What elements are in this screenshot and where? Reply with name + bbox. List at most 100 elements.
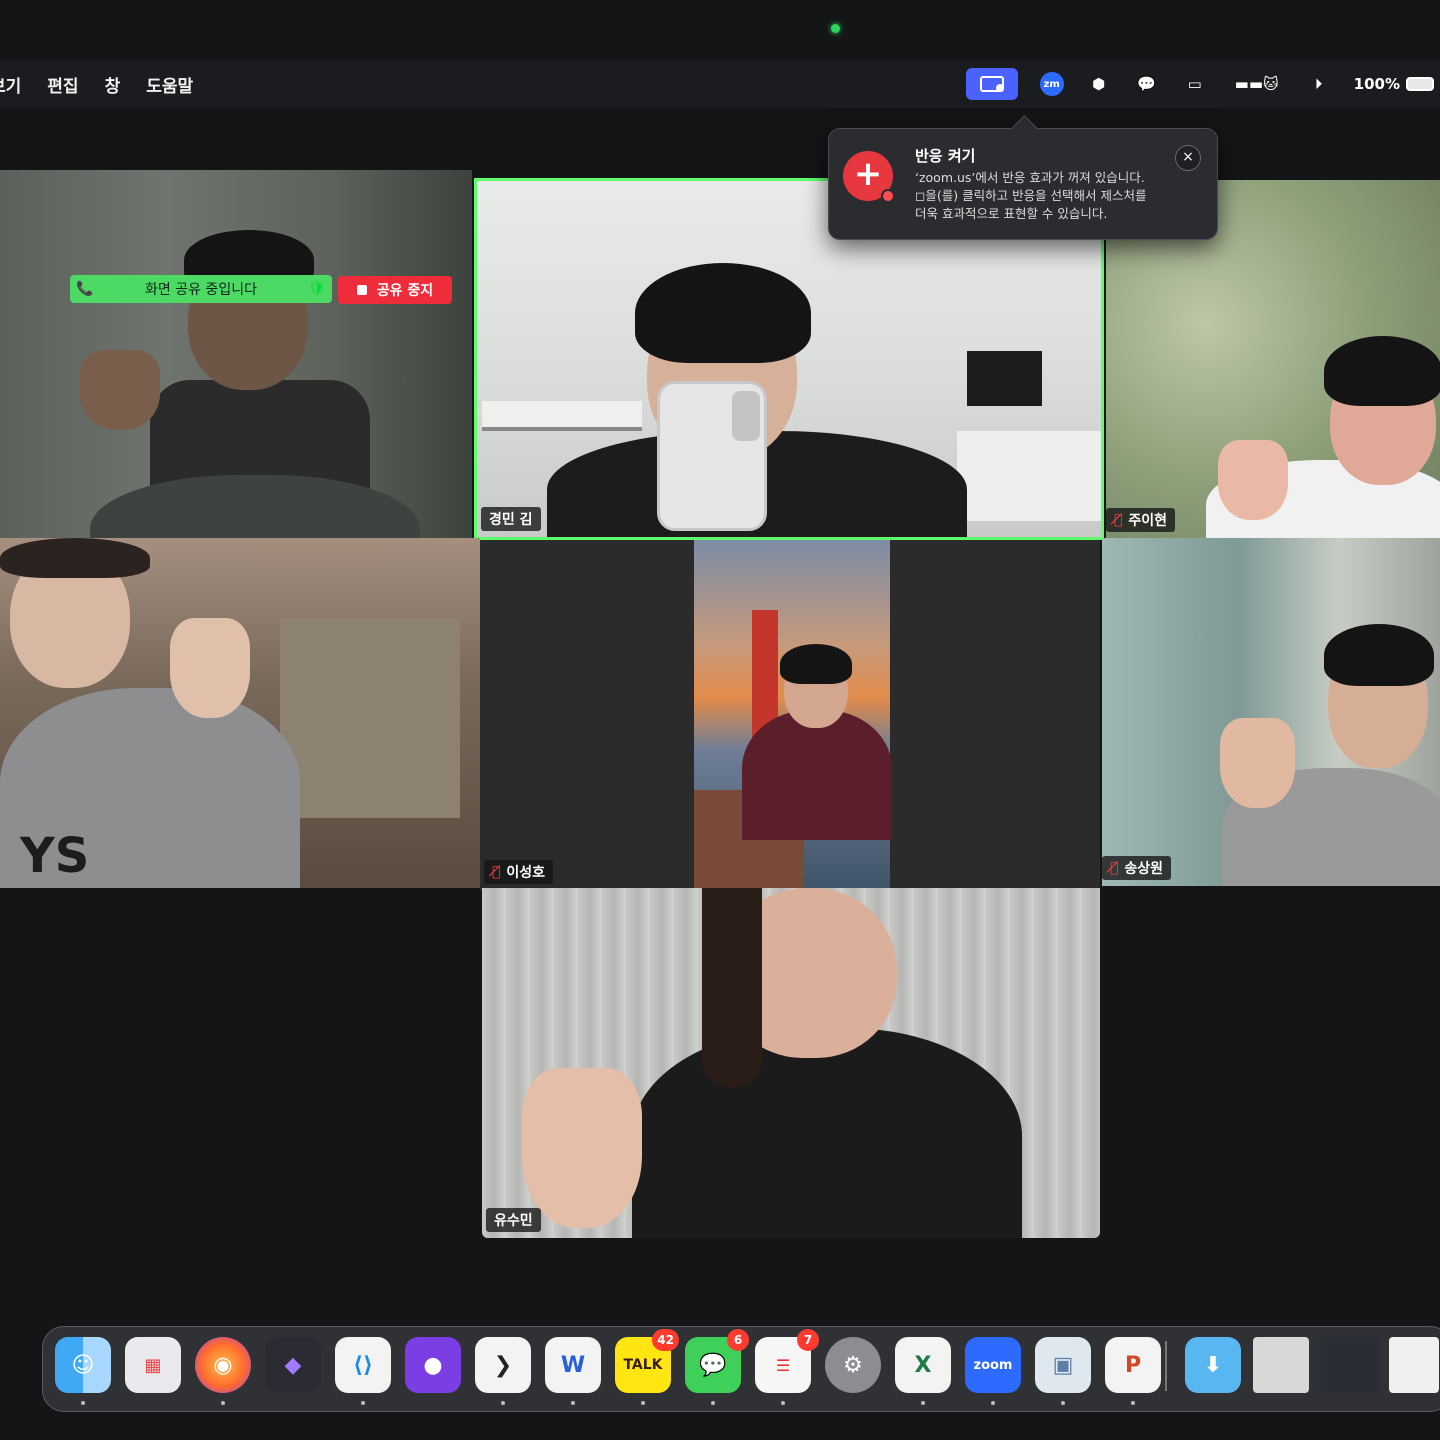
popover-title: 반응 켜기 — [915, 147, 976, 165]
add-reaction-icon: + — [843, 151, 895, 203]
muted-mic-icon: 🎙̸ — [1114, 512, 1123, 528]
zoom-icon[interactable]: zoom — [965, 1337, 1021, 1405]
participant-name-label: 주이현 — [1128, 513, 1168, 529]
menu-bar: 보기 편집 창 도움말 zm ⬢ 💬 ▭ ▬▬🐱 ⏵ 100% — [0, 60, 1440, 108]
github-desktop-icon[interactable]: ● — [405, 1337, 461, 1393]
zoom-menu-icon[interactable]: zm — [1039, 72, 1064, 96]
reminders-badge: 7 — [797, 1329, 819, 1351]
dock-separator — [1165, 1341, 1167, 1391]
person-hair — [0, 538, 150, 578]
screen-sharing-banner[interactable]: 📞 화면 공유 중입니다 🛡 — [70, 275, 332, 303]
participant-name-label: 유수민 — [494, 1213, 533, 1229]
portrait-video — [694, 540, 892, 890]
menu-view[interactable]: 보기 — [0, 72, 21, 97]
person-hair — [1324, 336, 1440, 406]
firefox-icon[interactable]: ◉ — [195, 1337, 251, 1405]
sharing-status-text: 화면 공유 중입니다 — [145, 282, 257, 298]
peace-hand — [1220, 718, 1295, 808]
screen-share-status-icon[interactable] — [965, 68, 1018, 100]
preview-icon[interactable]: ▣ — [1035, 1337, 1091, 1405]
video-tile-5[interactable]: 🎙̸ 이성호 — [480, 540, 1100, 890]
messages-icon[interactable]: 💬 6 — [685, 1329, 749, 1405]
desk-left — [482, 401, 642, 431]
vscode-icon[interactable]: ⟨⟩ — [335, 1337, 391, 1405]
word-icon[interactable]: W — [545, 1337, 601, 1405]
video-tile-1[interactable] — [0, 170, 472, 538]
messages-badge: 6 — [727, 1329, 749, 1351]
peace-hand — [80, 350, 160, 430]
stop-share-label: 공유 중지 — [376, 283, 434, 299]
stop-share-button[interactable]: 공유 중지 — [338, 276, 452, 304]
popover-line-3: 더욱 효과적으로 표현할 수 있습니다. — [915, 206, 1108, 221]
battery-indicator[interactable]: 100% — [1354, 75, 1434, 93]
finder-icon[interactable]: ☺ — [55, 1337, 111, 1405]
app-menu: 보기 편집 창 도움말 — [0, 72, 193, 97]
muted-mic-icon: 🎙̸ — [1110, 860, 1119, 876]
dock: ☺ ▦ ◉ ◆ ⟨⟩ ● ❯ W TALK 42 💬 6 ☰ 7 ⚙ X zoom ▣… — [42, 1326, 1440, 1412]
phone-icon: 📞 — [76, 281, 94, 297]
shirt-letters: YS — [20, 828, 90, 884]
person-hair — [780, 644, 852, 684]
person-hair — [702, 888, 762, 1088]
participant-name: 경민 김 — [481, 507, 541, 531]
terminal-app-icon[interactable]: ❯ — [475, 1337, 531, 1405]
peace-hand — [522, 1068, 642, 1228]
zoom-label: zoom — [973, 1357, 1013, 1373]
phone-camera — [732, 391, 760, 441]
muted-mic-icon: 🎙̸ — [492, 864, 501, 880]
curtain — [280, 618, 460, 818]
participant-name: 🎙̸ 이성호 — [484, 860, 554, 884]
camera-indicator — [831, 24, 840, 33]
system-settings-icon[interactable]: ⚙ — [825, 1337, 881, 1393]
video-tile-6[interactable]: 🎙̸ 송상원 — [1102, 538, 1440, 886]
menu-edit[interactable]: 편집 — [47, 72, 78, 97]
person-body — [742, 710, 892, 840]
cube-app-icon[interactable]: ⬢ — [1086, 73, 1112, 95]
kakaotalk-label: TALK — [623, 1357, 663, 1373]
downloads-folder-icon[interactable]: ⬇ — [1185, 1337, 1241, 1393]
status-items: zm ⬢ 💬 ▭ ▬▬🐱 ⏵ 100% — [965, 68, 1434, 100]
minimized-window-3[interactable] — [1389, 1337, 1439, 1393]
participant-name: 🎙̸ 송상원 — [1102, 856, 1172, 880]
participant-name-label: 경민 김 — [489, 512, 533, 528]
popover-line-1: ‘zoom.us’에서 반응 효과가 꺼져 있습니다. — [915, 170, 1145, 185]
participant-name: 🎙̸ 주이현 — [1106, 508, 1176, 532]
reminders-icon[interactable]: ☰ 7 — [755, 1329, 819, 1405]
participant-name: 유수민 — [486, 1208, 541, 1232]
battery-icon — [1406, 77, 1434, 91]
minimized-window-1[interactable] — [1253, 1337, 1309, 1393]
person-hair — [635, 263, 811, 363]
ppt-letter: P — [1124, 1352, 1142, 1378]
participant-name-label: 이성호 — [506, 865, 546, 881]
excel-letter: X — [914, 1352, 932, 1378]
play-circle-icon[interactable]: ⏵ — [1306, 73, 1332, 95]
reactions-popover: + 반응 켜기 ‘zoom.us’에서 반응 효과가 꺼져 있습니다. ◻을(를… — [828, 128, 1218, 240]
powerpoint-icon[interactable]: P — [1105, 1337, 1161, 1405]
obsidian-icon[interactable]: ◆ — [265, 1337, 321, 1393]
kakaotalk-icon[interactable]: TALK 42 — [615, 1329, 679, 1405]
video-tile-7[interactable]: 유수민 — [482, 888, 1100, 1238]
popover-message: ‘zoom.us’에서 반응 효과가 꺼져 있습니다. ◻을(를) 클릭하고 반… — [915, 169, 1185, 223]
minimized-window-2[interactable] — [1321, 1337, 1377, 1393]
monitor — [967, 351, 1042, 406]
peace-hand — [170, 618, 250, 718]
participant-name-label: 송상원 — [1124, 861, 1164, 877]
launchpad-icon[interactable]: ▦ — [125, 1337, 181, 1393]
word-letter: W — [560, 1352, 586, 1378]
shield-icon: 🛡 — [308, 281, 326, 297]
chat-record-icon[interactable]: 💬 — [1134, 73, 1160, 95]
kakaotalk-badge: 42 — [652, 1329, 679, 1351]
cat-truck-icon[interactable]: ▬▬🐱 — [1230, 73, 1284, 95]
excel-icon[interactable]: X — [895, 1337, 951, 1405]
popover-line-2: ◻을(를) 클릭하고 반응을 선택해서 제스처를 — [915, 188, 1147, 203]
close-popover-button[interactable]: × — [1175, 145, 1201, 171]
menu-help[interactable]: 도움말 — [146, 72, 193, 97]
desk-right — [957, 431, 1101, 521]
peace-hand — [1218, 440, 1288, 520]
menu-window[interactable]: 창 — [105, 72, 121, 97]
person-body — [632, 1028, 1022, 1238]
person-hair — [1324, 624, 1434, 686]
window-icon[interactable]: ▭ — [1182, 73, 1208, 95]
stop-icon — [356, 285, 367, 295]
video-tile-4[interactable]: YS — [0, 538, 480, 888]
